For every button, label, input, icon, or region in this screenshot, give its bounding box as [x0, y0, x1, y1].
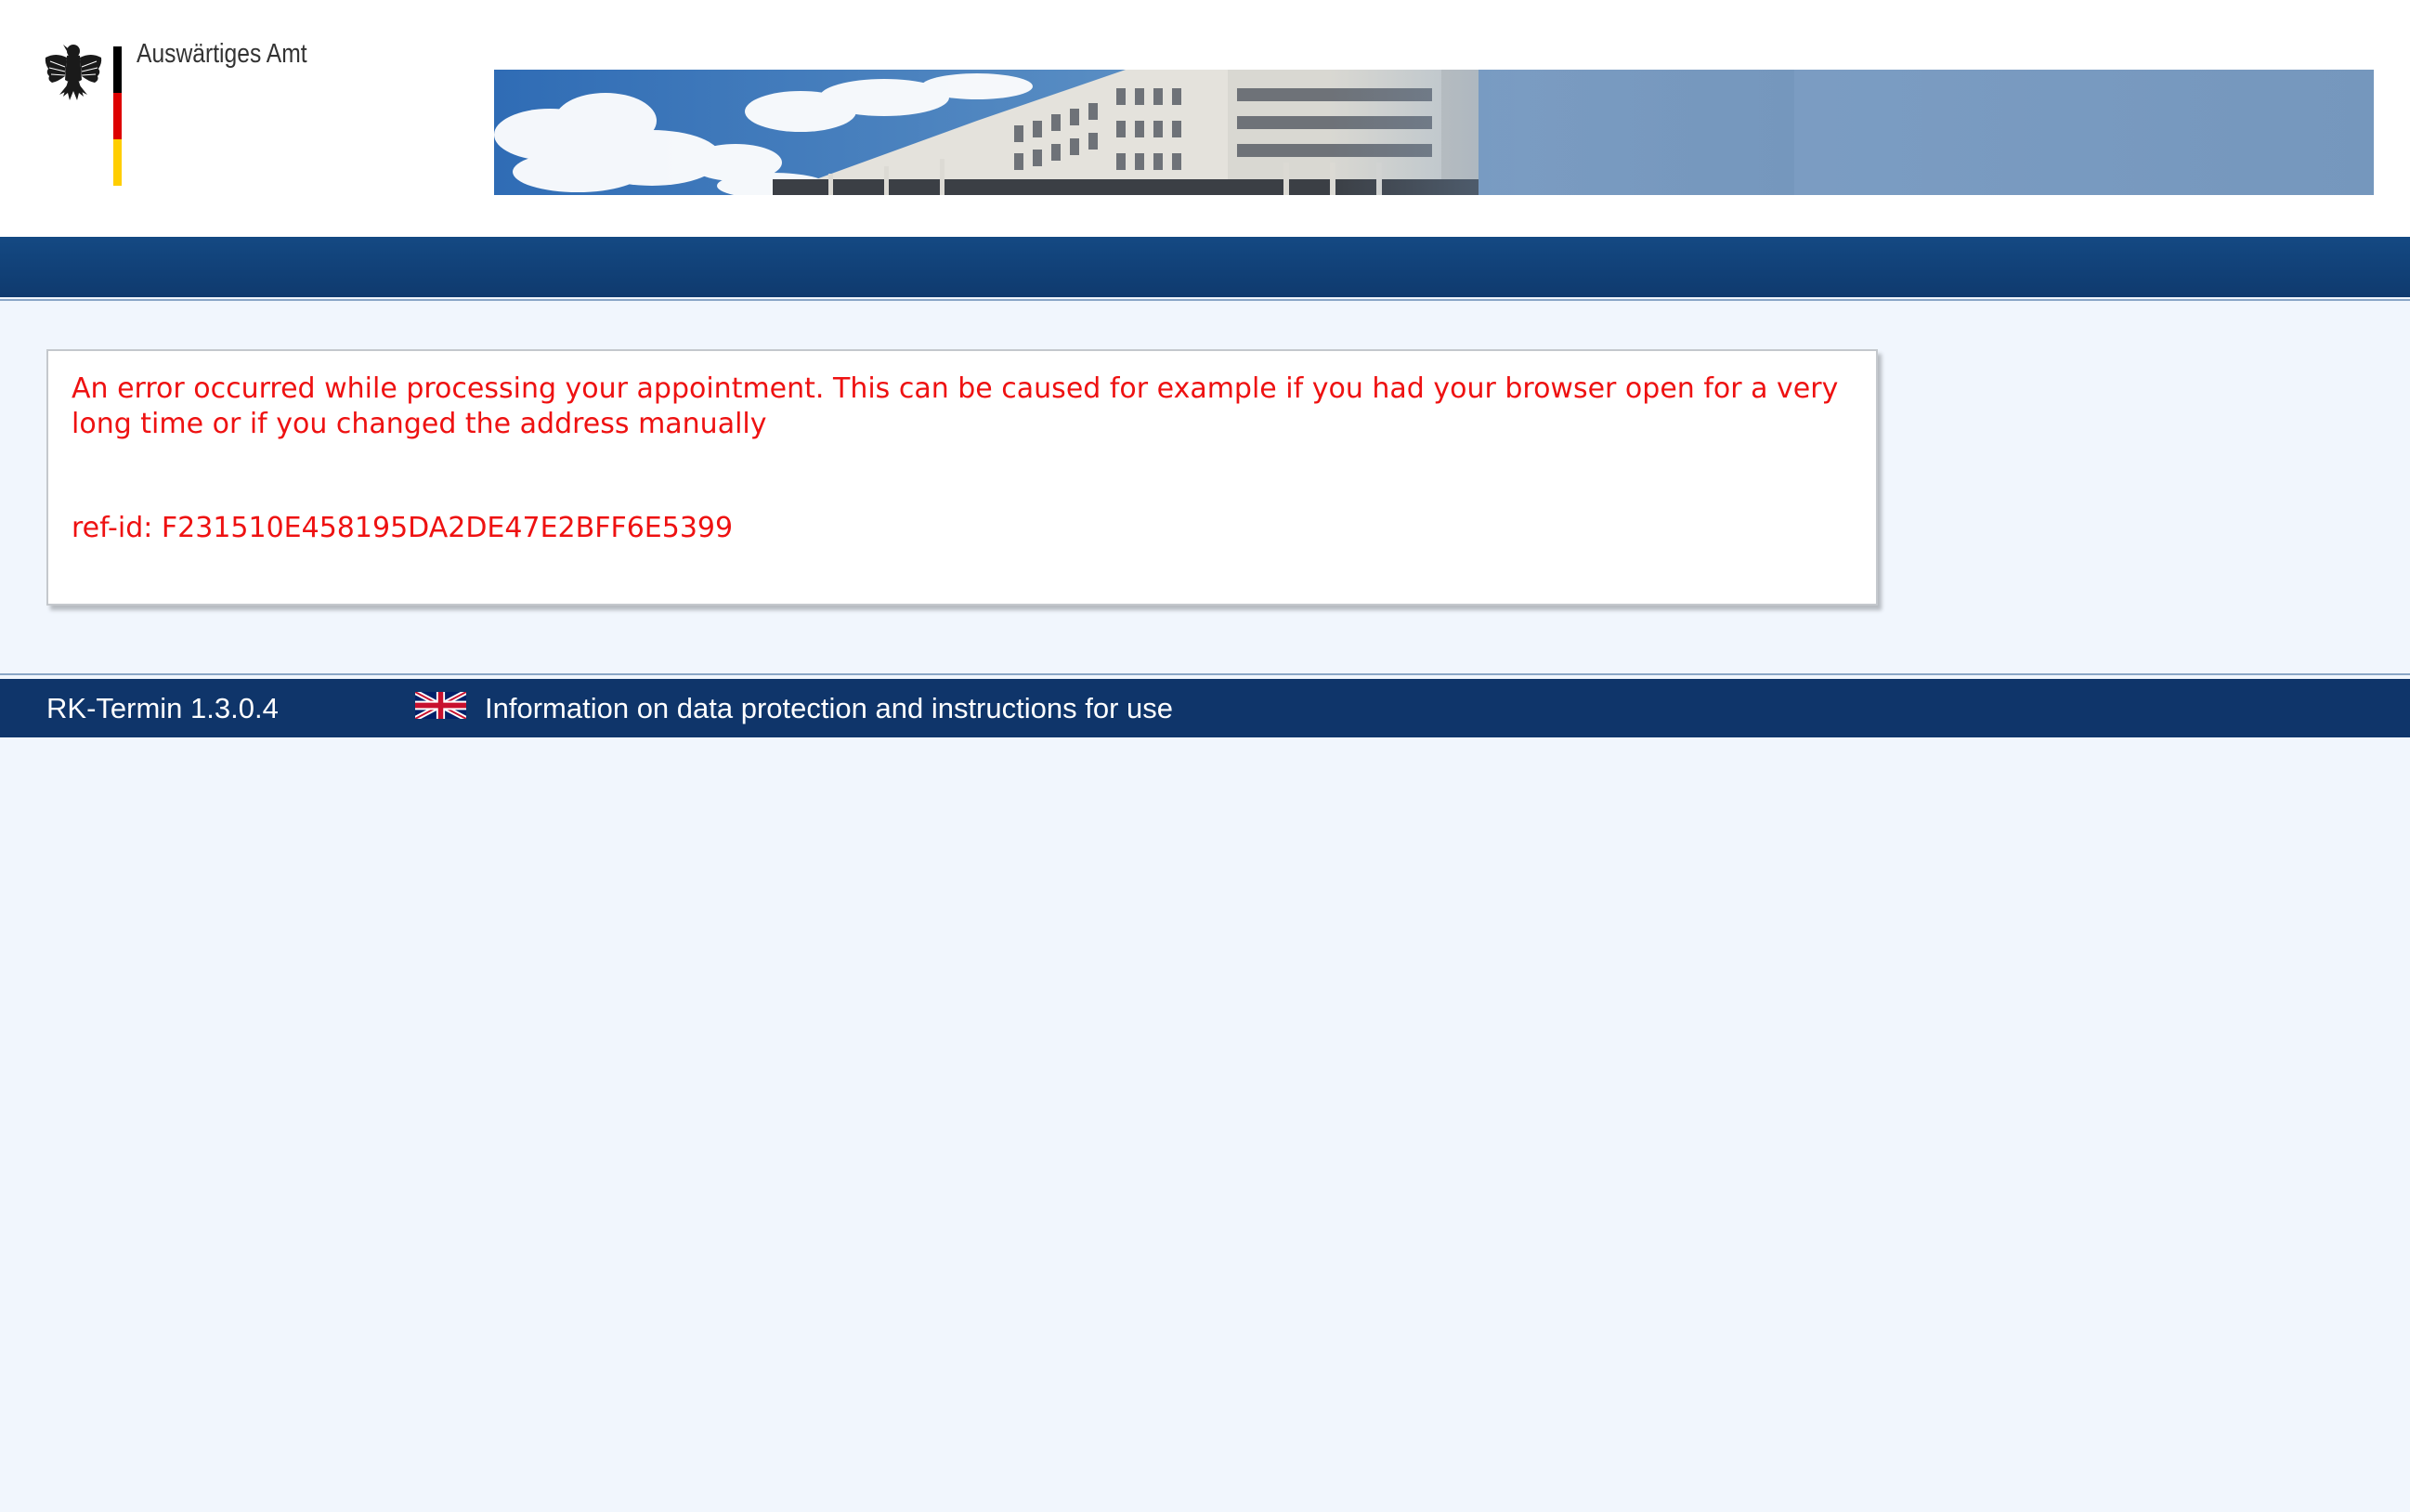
auswaertiges-amt-logo[interactable]: Auswärtiges Amt — [43, 39, 340, 197]
german-flag-bar — [113, 46, 122, 186]
uk-flag-icon[interactable] — [415, 692, 466, 719]
navigation-bar-divider — [0, 299, 2410, 301]
error-ref-id: ref-id: F231510E458195DA2DE47E2BFF6E5399 — [72, 512, 734, 544]
data-protection-info-link[interactable]: Information on data protection and instr… — [485, 692, 1173, 725]
navigation-bar — [0, 237, 2410, 297]
footer-divider — [0, 673, 2410, 675]
flag-stripe-black — [113, 46, 122, 93]
page: Auswärtiges Amt An error occurred while … — [0, 0, 2410, 1512]
flag-stripe-gold — [113, 139, 122, 186]
error-message-box: An error occurred while processing your … — [46, 349, 1878, 606]
header-banner — [494, 70, 2374, 195]
header: Auswärtiges Amt — [0, 0, 2410, 237]
flag-stripe-red — [113, 93, 122, 139]
federal-eagle-icon — [45, 45, 102, 100]
footer: RK-Termin 1.3.0.4 Information on data pr… — [0, 679, 2410, 737]
building-photo-icon — [494, 70, 2374, 195]
logo-text: Auswärtiges Amt — [137, 39, 307, 69]
version-label: RK-Termin 1.3.0.4 — [46, 692, 279, 724]
error-message: An error occurred while processing your … — [72, 372, 1839, 440]
